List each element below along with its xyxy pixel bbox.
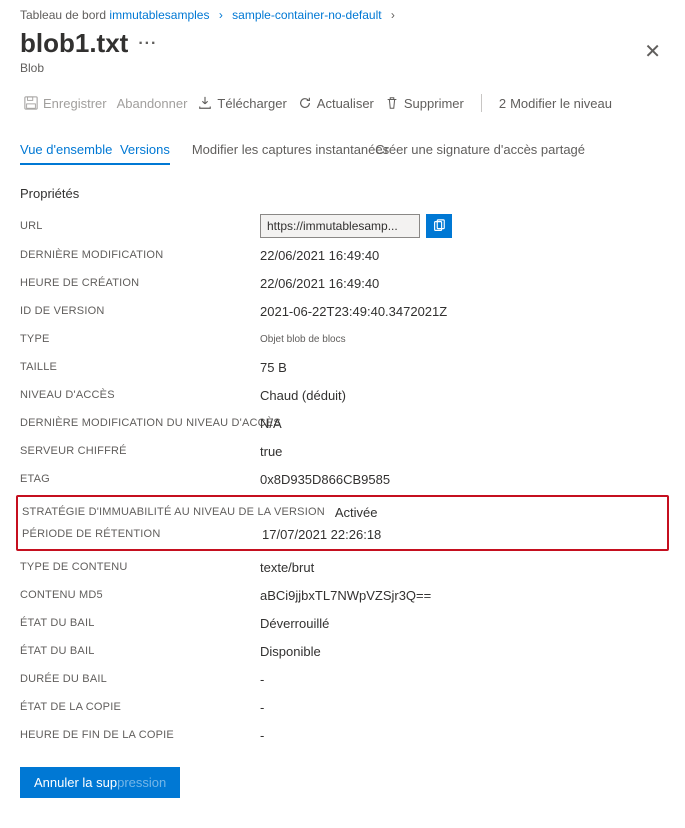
prop-type: Objet blob de blocs [260,334,346,345]
prop-immutability: Activée [335,505,378,520]
breadcrumb-link-2[interactable]: sample-container-no-default [232,8,381,22]
prop-access-tier-mod: N/A [260,416,282,431]
prop-content-type: texte/brut [260,560,314,575]
download-icon [197,95,213,111]
prop-size: 75 B [260,360,287,375]
blob-name: blob1.txt [20,28,128,59]
delete-button[interactable]: Supprimer [381,93,467,113]
breadcrumb-root[interactable]: Tableau de bord [20,8,106,22]
prop-copy-time: - [260,728,264,743]
page-subtitle: Blob [20,61,157,75]
page-title: blob1.txt ··· [20,28,157,59]
tab-bar: Vue d'ensemble Versions Modifier les cap… [20,142,665,166]
close-icon[interactable]: ✕ [640,35,665,68]
prop-version-id: 2021-06-22T23:49:40.3472021Z [260,304,447,319]
tier-badge: 2 [499,96,506,111]
prop-url: URL https://immutablesamp... [20,211,665,241]
change-tier-button[interactable]: 2 Modifier le niveau [496,94,615,113]
prop-copy-status: - [260,700,264,715]
refresh-icon [297,95,313,111]
prop-last-modified: 22/06/2021 16:49:40 [260,248,379,263]
more-menu[interactable]: ··· [138,35,157,53]
section-title: Propriétés [20,186,665,201]
prop-md5: aBCi9jjbxTL7NWpVZSjr3Q== [260,588,431,603]
prop-lease-status: Déverrouillé [260,616,329,631]
prop-lease-state: Disponible [260,644,321,659]
undelete-button[interactable]: Annuler la suppression [20,767,180,798]
url-field[interactable]: https://immutablesamp... [260,214,420,238]
toolbar: Enregistrer Abandonner Télécharger Actua… [20,93,665,114]
prop-etag: 0x8D935D866CB9585 [260,472,390,487]
copy-button[interactable] [426,214,452,238]
discard-button[interactable]: Abandonner [114,94,191,113]
trash-icon [384,95,400,111]
toolbar-separator [481,94,482,112]
copy-icon [432,219,446,233]
prop-creation-time: 22/06/2021 16:49:40 [260,276,379,291]
prop-encrypted: true [260,444,282,459]
chevron-right-icon: › [391,8,395,22]
prop-lease-duration: - [260,672,264,687]
breadcrumb: Tableau de bord immutablesamples › sampl… [20,0,665,22]
prop-access-tier: Chaud (déduit) [260,388,346,403]
chevron-right-icon: › [219,8,223,22]
refresh-button[interactable]: Actualiser [294,93,377,113]
save-icon [23,95,39,111]
immutability-highlight: STRATÉGIE D'IMMUABILITÉ AU NIVEAU DE LA … [16,495,669,551]
download-button[interactable]: Télécharger [194,93,289,113]
prop-retention: 17/07/2021 22:26:18 [262,527,381,542]
tab-snapshots[interactable]: Modifier les captures instantanéesCréer … [192,142,585,165]
breadcrumb-link-1[interactable]: immutablesamples [109,8,209,22]
tab-overview[interactable]: Vue d'ensemble Versions [20,142,170,165]
save-button[interactable]: Enregistrer [20,93,110,113]
